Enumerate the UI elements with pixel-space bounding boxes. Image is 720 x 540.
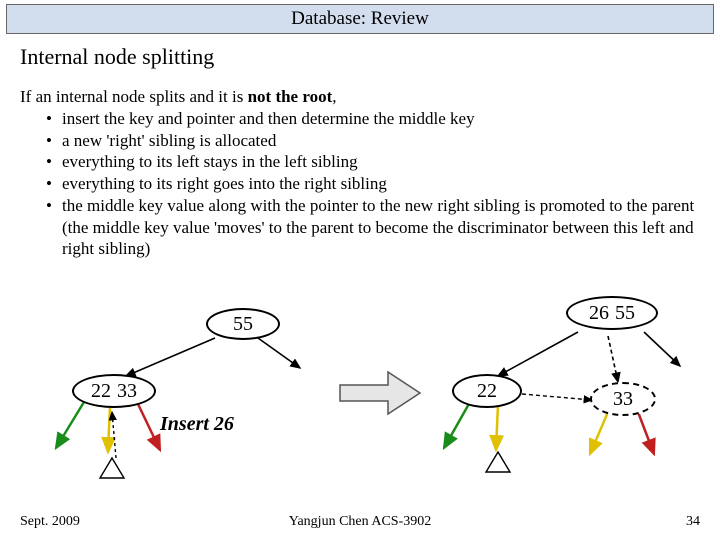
node-parent-left: 55 <box>206 308 280 340</box>
node-key: 55 <box>615 302 635 325</box>
node-child-left: 22 33 <box>72 374 156 408</box>
intro-suffix: , <box>332 87 336 106</box>
bullet-item: insert the key and pointer and then dete… <box>20 108 700 130</box>
node-key: 22 <box>477 380 497 403</box>
bullet-list: insert the key and pointer and then dete… <box>20 108 700 260</box>
bullet-item: a new 'right' sibling is allocated <box>20 130 700 152</box>
slide-title-bar: Database: Review <box>6 4 714 34</box>
slide-title: Database: Review <box>291 8 429 30</box>
bullet-item: everything to its right goes into the ri… <box>20 173 700 195</box>
node-child-right-b: 33 <box>590 382 656 416</box>
bullet-item: everything to its left stays in the left… <box>20 151 700 173</box>
intro-bold: not the root <box>248 87 333 106</box>
insert-label: Insert 26 <box>160 414 234 435</box>
insert-label-text: Insert 26 <box>160 413 234 435</box>
node-parent-right: 26 55 <box>566 296 658 330</box>
diagram-area: 55 22 33 Insert 26 26 55 22 33 <box>0 290 720 500</box>
footer: Sept. 2009 Yangjun Chen ACS-3902 34 <box>20 514 700 530</box>
node-child-right-a: 22 <box>452 374 522 408</box>
intro-prefix: If an internal node splits and it is <box>20 87 248 106</box>
footer-center: Yangjun Chen ACS-3902 <box>20 514 700 530</box>
bullet-item: the middle key value along with the poin… <box>20 195 700 260</box>
node-key: 26 <box>589 302 609 325</box>
big-arrow-icon <box>340 372 420 414</box>
intro-line: If an internal node splits and it is not… <box>20 86 700 108</box>
body-text: If an internal node splits and it is not… <box>20 86 700 260</box>
node-key: 33 <box>613 388 633 411</box>
node-key: 55 <box>233 313 253 336</box>
node-key: 33 <box>117 380 137 403</box>
node-key: 22 <box>91 380 111 403</box>
section-title: Internal node splitting <box>20 44 214 70</box>
